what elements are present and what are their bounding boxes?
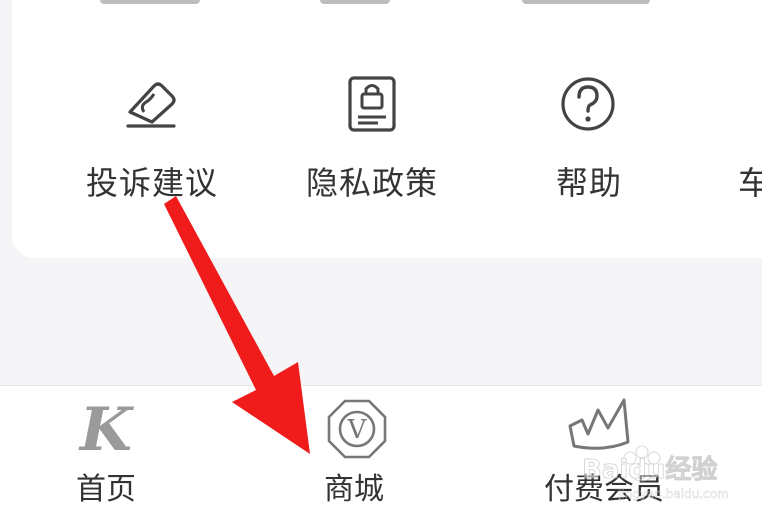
service-help[interactable] <box>556 72 620 136</box>
watermark-text: Baidu经验 <box>582 454 717 485</box>
service-cropped-label[interactable]: 车 <box>738 158 762 204</box>
tab-mall[interactable]: 商城 <box>324 464 384 508</box>
service-feedback-label: 投诉建议 <box>86 164 219 202</box>
k-logo-icon[interactable]: K <box>70 398 142 458</box>
service-privacy-label: 隐私政策 <box>306 164 439 202</box>
service-feedback[interactable] <box>118 72 182 136</box>
baidu-paw-logo: Baidu经验 jingyan.baidu.com <box>582 445 729 501</box>
v-badge-icon[interactable]: V <box>325 397 389 461</box>
service-privacy[interactable] <box>340 72 404 136</box>
privacy-lock-document-icon <box>348 76 396 132</box>
svg-text:V: V <box>347 415 368 445</box>
feedback-tag-icon <box>126 82 176 128</box>
help-question-icon <box>561 77 615 131</box>
watermark-url: jingyan.baidu.com <box>617 487 729 501</box>
svg-text:K: K <box>78 398 135 458</box>
baidu-watermark: Baidu经验 jingyan.baidu.com <box>578 432 758 502</box>
tab-home[interactable]: 首页 <box>76 464 136 508</box>
service-help-label: 帮助 <box>556 164 623 202</box>
cropped-labels-row <box>0 0 762 6</box>
